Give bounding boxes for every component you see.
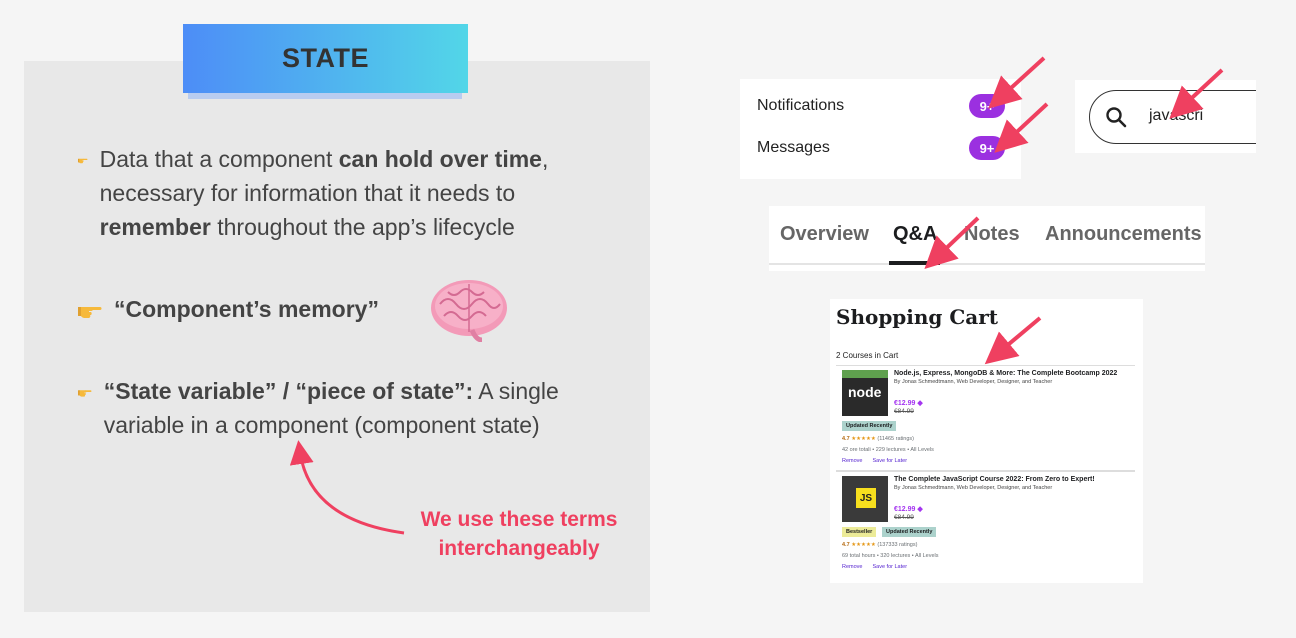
course-tabs: Overview Q&A Notes Announcements xyxy=(769,206,1205,271)
item-actions: Remove Save for Later xyxy=(842,458,917,464)
tab-qa[interactable]: Q&A xyxy=(893,223,937,246)
pointing-hand-icon xyxy=(78,158,88,164)
remove-link[interactable]: Remove xyxy=(842,564,862,570)
pointing-hand-icon xyxy=(78,307,102,318)
bestseller-badge: Bestseller xyxy=(842,527,877,537)
pointing-hand-icon xyxy=(78,390,92,397)
notifications-label[interactable]: Notifications xyxy=(757,97,844,115)
course-rating: 4.7 ★★★★★ (11465 ratings) xyxy=(842,436,914,442)
updated-badge: Updated Recently xyxy=(842,421,897,431)
interchangeable-note: We use these terms interchangeably xyxy=(420,508,618,560)
course-author: By Jonas Schmedtmann, Web Developer, Des… xyxy=(894,379,1053,385)
tab-notes[interactable]: Notes xyxy=(964,223,1020,246)
messages-label[interactable]: Messages xyxy=(757,139,830,157)
notifications-badge: 9+ xyxy=(969,94,1005,118)
active-tab-indicator xyxy=(889,261,940,265)
cart-item: node Node.js, Express, MongoDB & More: T… xyxy=(836,365,1135,471)
price-tag-icon: ◆ xyxy=(917,506,923,513)
course-thumbnail[interactable]: JS xyxy=(842,476,888,522)
save-for-later-link[interactable]: Save for Later xyxy=(872,564,907,570)
price-tag-icon: ◆ xyxy=(917,400,923,407)
course-price: €12.99 ◆ xyxy=(894,506,923,513)
search-value: javascri xyxy=(1149,107,1204,124)
cart-title: Shopping Cart xyxy=(836,305,999,329)
cart-count: 2 Courses in Cart xyxy=(836,351,899,360)
course-meta: 42 ore totali • 229 lectures • All Level… xyxy=(842,447,934,453)
cart-item: JS The Complete JavaScript Course 2022: … xyxy=(836,471,1135,576)
brain-icon xyxy=(431,280,507,342)
bullet-text: “Component’s memory” xyxy=(114,296,379,322)
tab-announcements[interactable]: Announcements xyxy=(1045,223,1202,246)
slide-title: STATE xyxy=(183,24,468,93)
course-meta: 69 total hours • 320 lectures • All Leve… xyxy=(842,553,939,559)
messages-badge: 9+ xyxy=(969,136,1005,160)
stars-icon: ★★★★★ xyxy=(851,542,876,548)
course-thumbnail[interactable]: node xyxy=(842,370,888,416)
course-price: €12.99 ◆ xyxy=(894,400,923,407)
tab-divider xyxy=(769,263,1205,265)
search-card: javascri xyxy=(1075,80,1256,153)
shopping-cart-card: Shopping Cart 2 Courses in Cart node Nod… xyxy=(830,299,1143,583)
course-author: By Jonas Schmedtmann, Web Developer, Des… xyxy=(894,485,1053,491)
bullet-state-variable: “State variable” / “piece of state”: A s… xyxy=(78,374,618,442)
notifications-card: Notifications 9+ Messages 9+ xyxy=(740,79,1021,179)
bullet-text: Data that a component can hold over time… xyxy=(99,146,549,240)
stars-icon: ★★★★★ xyxy=(851,436,876,442)
item-actions: Remove Save for Later xyxy=(842,564,917,570)
course-title[interactable]: The Complete JavaScript Course 2022: Fro… xyxy=(894,476,1134,483)
search-icon xyxy=(1106,107,1127,128)
save-for-later-link[interactable]: Save for Later xyxy=(872,458,907,464)
bullet-definition: Data that a component can hold over time… xyxy=(78,142,618,244)
course-title[interactable]: Node.js, Express, MongoDB & More: The Co… xyxy=(894,370,1134,377)
course-old-price: €84.99 xyxy=(894,408,914,415)
bullet-text: “State variable” / “piece of state”: A s… xyxy=(103,378,559,438)
tab-overview[interactable]: Overview xyxy=(780,223,869,246)
course-old-price: €84.99 xyxy=(894,514,914,521)
remove-link[interactable]: Remove xyxy=(842,458,862,464)
updated-badge: Updated Recently xyxy=(882,527,937,537)
course-rating: 4.7 ★★★★★ (137333 ratings) xyxy=(842,542,918,548)
bullet-memory: “Component’s memory” xyxy=(78,292,379,326)
